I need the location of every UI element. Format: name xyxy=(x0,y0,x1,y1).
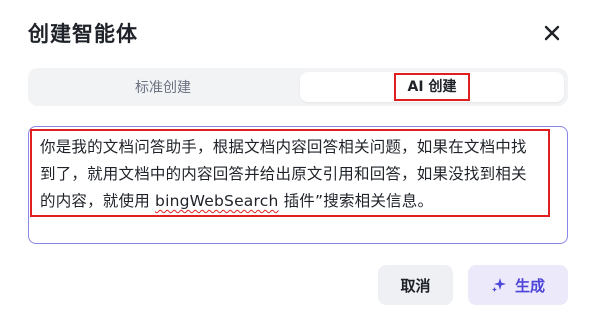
close-button[interactable] xyxy=(538,19,566,47)
close-icon xyxy=(544,25,560,41)
create-agent-dialog: 创建智能体 标准创建 AI 创建 你是我的文档问答助手，根据文档内容回答相关问题… xyxy=(0,0,596,323)
create-mode-tabs: 标准创建 AI 创建 xyxy=(28,68,568,106)
prompt-text: 你是我的文档问答助手，根据文档内容回答相关问题，如果在文档中找到了，就用文档中的… xyxy=(30,129,550,217)
sparkle-icon xyxy=(491,278,506,292)
generate-button[interactable]: 生成 xyxy=(468,265,568,305)
tab-ai-create-label: AI 创建 xyxy=(393,73,471,101)
generate-button-label: 生成 xyxy=(514,276,545,295)
prompt-text-flagged-word: bingWebSearch xyxy=(155,192,279,210)
dialog-title: 创建智能体 xyxy=(28,22,138,46)
tab-ai-create[interactable]: AI 创建 xyxy=(300,72,564,102)
cancel-button-label: 取消 xyxy=(400,276,431,295)
tab-standard-create-label: 标准创建 xyxy=(135,80,191,96)
prompt-text-end: 插件”搜索相关信息。 xyxy=(278,192,434,210)
tab-standard-create[interactable]: 标准创建 xyxy=(32,72,294,102)
cancel-button[interactable]: 取消 xyxy=(378,265,453,305)
